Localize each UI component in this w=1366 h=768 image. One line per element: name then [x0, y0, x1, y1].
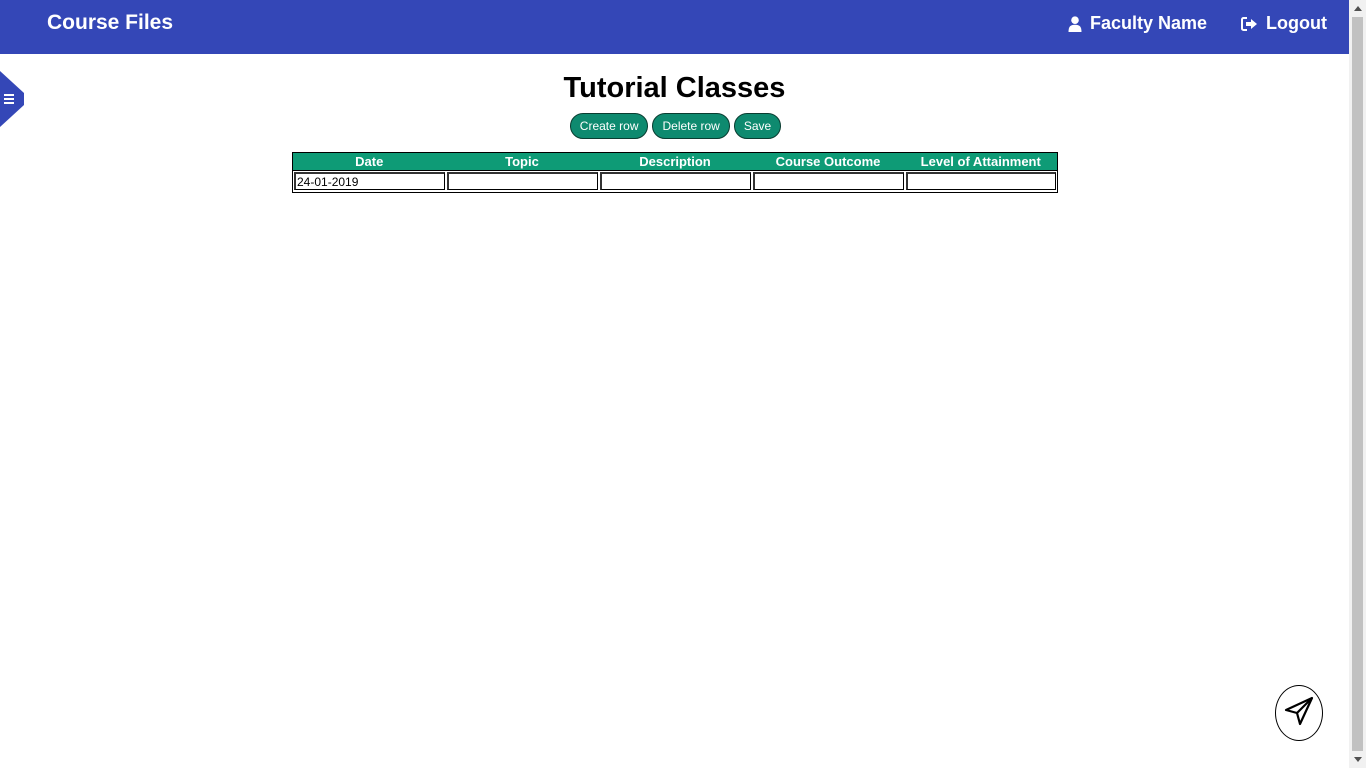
column-header-description: Description — [598, 152, 752, 171]
scroll-up-arrow[interactable] — [1349, 0, 1366, 17]
topic-cell-input[interactable] — [446, 172, 598, 190]
save-button[interactable]: Save — [733, 113, 782, 139]
column-header-date: Date — [292, 152, 446, 171]
faculty-name-label: Faculty Name — [1089, 13, 1208, 33]
scroll-down-arrow[interactable] — [1349, 751, 1366, 768]
scroll-thumb[interactable] — [1352, 17, 1363, 751]
brand-link[interactable]: Course Files — [47, 11, 173, 35]
table-row — [293, 171, 1058, 193]
logout-link[interactable]: Logout — [1241, 13, 1327, 34]
logout-icon — [1241, 16, 1258, 32]
create-row-button[interactable]: Create row — [569, 113, 649, 139]
column-header-course-outcome: Course Outcome — [751, 152, 905, 171]
nav-right: Faculty Name Logout — [1068, 13, 1327, 34]
vertical-scrollbar[interactable] — [1349, 0, 1366, 768]
faculty-name-link[interactable]: Faculty Name — [1068, 13, 1207, 34]
description-cell-input[interactable] — [599, 172, 751, 190]
page-title: Tutorial Classes — [563, 72, 786, 104]
course-outcome-cell-input[interactable] — [752, 172, 904, 190]
column-header-level-of-attainment: Level of Attainment — [904, 152, 1058, 171]
top-navbar: Course Files Faculty Name Logout — [0, 0, 1349, 54]
logout-label: Logout — [1266, 13, 1327, 33]
paper-plane-icon — [1283, 695, 1315, 732]
tutorial-table-container: Date Topic Description Course Outcome Le… — [292, 152, 1058, 193]
page: Course Files Faculty Name Logout Tutoria… — [0, 0, 1366, 768]
table-toolbar: Create row Delete row Save — [0, 113, 1350, 139]
send-button[interactable] — [1275, 685, 1323, 741]
table-header-row: Date Topic Description Course Outcome Le… — [292, 152, 1058, 171]
delete-row-button[interactable]: Delete row — [652, 113, 730, 139]
column-header-topic: Topic — [445, 152, 599, 171]
tutorial-classes-table: Date Topic Description Course Outcome Le… — [292, 152, 1058, 193]
user-icon — [1068, 15, 1082, 32]
date-cell-input[interactable] — [294, 172, 445, 190]
level-of-attainment-cell-input[interactable] — [905, 172, 1056, 190]
